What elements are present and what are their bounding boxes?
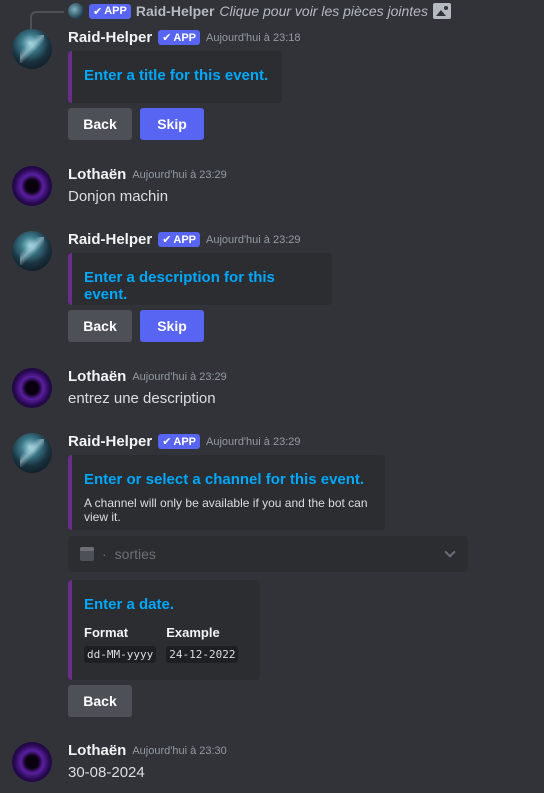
message-header: Raid-Helper ✔ APP Aujourd'hui à 23:18 <box>68 29 300 46</box>
embed-title: Enter a date. <box>84 596 175 613</box>
avatar[interactable] <box>12 29 52 69</box>
skip-button[interactable]: Skip <box>140 310 204 342</box>
field-value: dd-MM-yyyy <box>84 646 157 663</box>
channel-select-value: sorties <box>114 546 156 562</box>
author-name[interactable]: Lothaën <box>68 166 126 183</box>
timestamp: Aujourd'hui à 23:30 <box>132 744 227 757</box>
app-badge: ✔ APP <box>158 434 201 449</box>
back-button[interactable]: Back <box>68 685 132 717</box>
embed: Enter a title for this event. <box>68 51 282 103</box>
embed-field: Example 24-12-2022 <box>166 625 239 663</box>
reply-author[interactable]: Raid-Helper <box>136 3 215 19</box>
message-header: Raid-Helper ✔ APP Aujourd'hui à 23:29 <box>68 433 300 450</box>
avatar[interactable] <box>12 433 52 473</box>
chat-log: ✔ APP Raid-Helper Clique pour voir les p… <box>0 0 544 793</box>
reply-reference[interactable]: ✔ APP Raid-Helper Clique pour voir les p… <box>68 3 451 19</box>
reply-spine <box>30 11 64 29</box>
timestamp: Aujourd'hui à 23:29 <box>206 233 301 246</box>
embed-title: Enter a title for this event. <box>84 67 269 84</box>
avatar[interactable] <box>12 231 52 271</box>
app-badge: ✔ APP <box>89 3 131 19</box>
channel-select[interactable]: · sorties <box>68 536 468 572</box>
embed-field: Format dd-MM-yyyy <box>84 625 157 663</box>
checkmark-icon: ✔ <box>162 436 172 448</box>
message-header: Lothaën Aujourd'hui à 23:30 <box>68 742 227 759</box>
timestamp: Aujourd'hui à 23:29 <box>206 435 301 448</box>
field-value: 24-12-2022 <box>166 646 239 663</box>
field-name: Format <box>84 625 129 640</box>
message-header: Lothaën Aujourd'hui à 23:29 <box>68 166 227 183</box>
author-name[interactable]: Raid-Helper <box>68 29 152 46</box>
checkmark-icon: ✔ <box>162 234 172 246</box>
back-button[interactable]: Back <box>68 108 132 140</box>
avatar[interactable] <box>12 742 52 782</box>
timestamp: Aujourd'hui à 23:29 <box>132 168 227 181</box>
author-name[interactable]: Lothaën <box>68 368 126 385</box>
app-badge: ✔ APP <box>158 30 201 45</box>
chevron-down-icon <box>444 546 456 558</box>
calendar-icon <box>80 547 94 561</box>
message-header: Raid-Helper ✔ APP Aujourd'hui à 23:29 <box>68 231 300 248</box>
reply-avatar <box>68 3 84 19</box>
avatar[interactable] <box>12 166 52 206</box>
timestamp: Aujourd'hui à 23:18 <box>206 31 301 44</box>
checkmark-icon: ✔ <box>93 5 103 18</box>
embed-description: A channel will only be available if you … <box>84 496 368 524</box>
message-header: Lothaën Aujourd'hui à 23:29 <box>68 368 227 385</box>
author-name[interactable]: Raid-Helper <box>68 433 152 450</box>
embed: Enter or select a channel for this event… <box>68 455 385 530</box>
reply-preview[interactable]: Clique pour voir les pièces jointes <box>219 3 428 19</box>
app-badge: ✔ APP <box>158 232 201 247</box>
author-name[interactable]: Raid-Helper <box>68 231 152 248</box>
checkmark-icon: ✔ <box>162 32 172 44</box>
message-text: 30-08-2024 <box>68 764 145 781</box>
embed-fields: Format dd-MM-yyyy Example 24-12-2022 <box>84 625 248 663</box>
avatar[interactable] <box>12 368 52 408</box>
message-text: Donjon machin <box>68 188 169 205</box>
embed-title: Enter or select a channel for this event… <box>84 471 365 488</box>
skip-button[interactable]: Skip <box>140 108 204 140</box>
back-button[interactable]: Back <box>68 310 132 342</box>
author-name[interactable]: Lothaën <box>68 742 126 759</box>
select-separator: · <box>102 546 107 562</box>
image-icon <box>432 3 451 19</box>
timestamp: Aujourd'hui à 23:29 <box>132 370 227 383</box>
field-name: Example <box>166 625 220 640</box>
date-embed: Enter a date. Format dd-MM-yyyy Example … <box>68 580 260 680</box>
message-text: entrez une description <box>68 390 216 407</box>
embed: Enter a description for this event. <box>68 253 332 305</box>
embed-title: Enter a description for this event. <box>84 269 275 303</box>
